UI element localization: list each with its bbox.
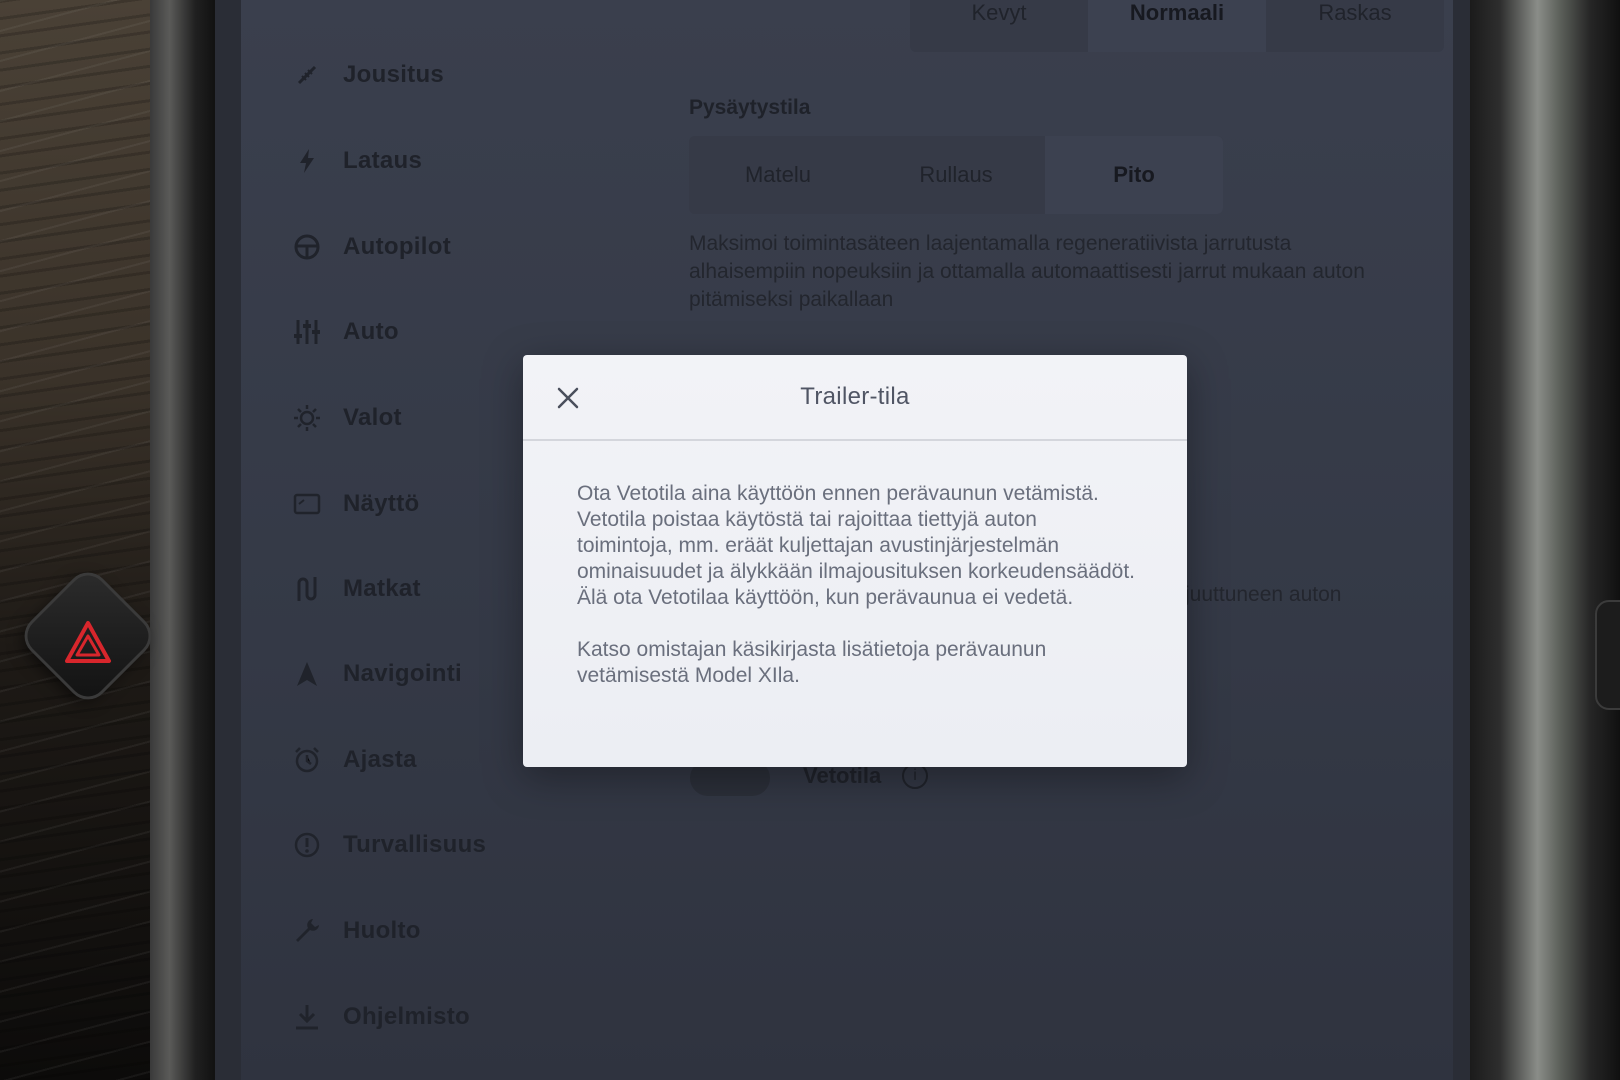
- sidebar-item-label: Valot: [343, 404, 402, 431]
- alarm-clock-icon: [291, 744, 323, 776]
- sidebar-item-label: Turvallisuus: [343, 831, 487, 858]
- regen-option-raskas[interactable]: Raskas: [1266, 0, 1444, 52]
- sidebar-item-ohjelmisto[interactable]: Ohjelmisto: [291, 990, 651, 1044]
- download-icon: [291, 1001, 323, 1033]
- stopping-option-matelu[interactable]: Matelu: [689, 136, 867, 214]
- stopping-option-rullaus[interactable]: Rullaus: [867, 136, 1045, 214]
- close-icon: [557, 387, 579, 409]
- hazard-warning-icon: [65, 621, 111, 663]
- stopping-mode-label: Pysäytystila: [689, 96, 811, 119]
- navigation-arrow-icon: [291, 658, 323, 690]
- regen-option-normaali[interactable]: Normaali: [1088, 0, 1266, 52]
- side-control: [1595, 600, 1620, 710]
- regen-braking-selector: Kevyt Normaali Raskas: [910, 0, 1444, 52]
- obscured-description-fragment: juuttuneen auton: [1185, 583, 1342, 606]
- sidebar-item-label: Lataus: [343, 147, 423, 174]
- trips-icon: [291, 573, 323, 605]
- dialog-title: Trailer-tila: [800, 383, 910, 410]
- sun-icon: [291, 402, 323, 434]
- sidebar-item-label: Näyttö: [343, 490, 420, 517]
- sidebar-item-auto[interactable]: Auto: [291, 305, 651, 359]
- sidebar-item-lataus[interactable]: Lataus: [291, 134, 651, 188]
- right-bezel: [1470, 0, 1620, 1080]
- dialog-body: Ota Vetotila aina käyttöön ennen perävau…: [577, 481, 1137, 715]
- sidebar-item-label: Jousitus: [343, 61, 445, 88]
- stopping-mode-description: Maksimoi toimintasäteen laajentamalla re…: [689, 232, 1365, 311]
- sidebar-item-label: Autopilot: [343, 233, 451, 260]
- stopping-option-pito[interactable]: Pito: [1045, 136, 1223, 214]
- wood-trim: [0, 0, 175, 1080]
- display-icon: [291, 488, 323, 520]
- sidebar-item-label: Navigointi: [343, 660, 463, 687]
- regen-option-kevyt[interactable]: Kevyt: [910, 0, 1088, 52]
- sidebar-item-label: Ajasta: [343, 746, 417, 773]
- close-button[interactable]: [553, 383, 583, 413]
- dialog-paragraph: Ota Vetotila aina käyttöön ennen perävau…: [577, 482, 1135, 609]
- sidebar-item-jousitus[interactable]: Jousitus: [291, 48, 651, 102]
- sidebar-item-label: Auto: [343, 318, 399, 345]
- lightning-icon: [291, 145, 323, 177]
- dialog-paragraph: Katso omistajan käsikirjasta lisätietoja…: [577, 638, 1047, 687]
- stopping-mode-selector: Matelu Rullaus Pito: [689, 136, 1223, 214]
- sliders-icon: [291, 316, 323, 348]
- suspension-icon: [291, 59, 323, 91]
- dialog-header: Trailer-tila: [523, 355, 1187, 441]
- sidebar-item-label: Huolto: [343, 917, 421, 944]
- sidebar-item-label: Matkat: [343, 575, 421, 602]
- steering-wheel-icon: [291, 231, 323, 263]
- sidebar-item-turvallisuus[interactable]: Turvallisuus: [291, 818, 651, 872]
- alert-circle-icon: [291, 829, 323, 861]
- left-bezel: [150, 0, 215, 1080]
- sidebar-item-autopilot[interactable]: Autopilot: [291, 220, 651, 274]
- wrench-icon: [291, 915, 323, 947]
- sidebar-item-huolto[interactable]: Huolto: [291, 904, 651, 958]
- trailer-mode-dialog: Trailer-tila Ota Vetotila aina käyttöön …: [523, 355, 1187, 767]
- sidebar-item-label: Ohjelmisto: [343, 1003, 471, 1030]
